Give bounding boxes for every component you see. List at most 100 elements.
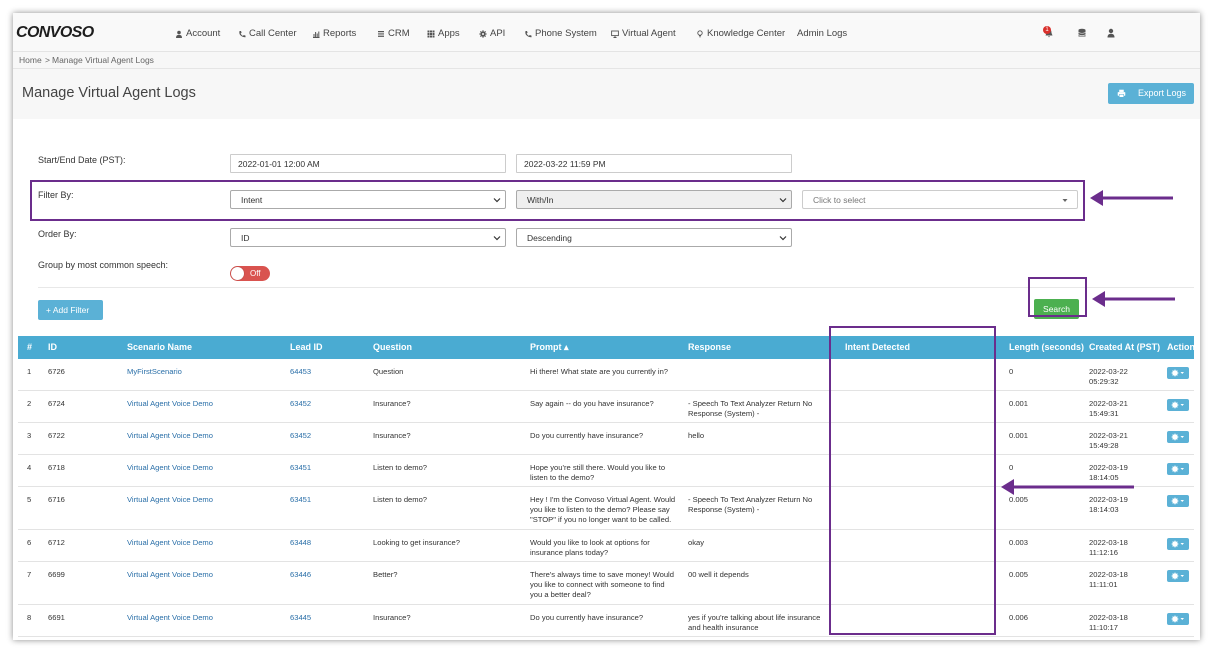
export-logs-button[interactable]: Export Logs <box>1108 83 1194 104</box>
column-header[interactable]: Length (seconds) <box>1009 342 1084 352</box>
order-field-value: ID <box>241 233 250 243</box>
start-date-input[interactable]: 2022-01-01 12:00 AM <box>230 154 506 173</box>
prompt-cell-line: listen to the demo? <box>530 473 595 482</box>
created-at-cell-line: 15:49:28 <box>1089 441 1119 450</box>
prompt-cell-line: Hi there! What state are you currently i… <box>530 367 669 376</box>
scenario-link[interactable]: Virtual Agent Voice Demo <box>127 570 213 580</box>
response-cell-line: hello <box>688 431 705 440</box>
response-cell: 00 well it depends <box>688 570 749 580</box>
row-action-button[interactable] <box>1167 367 1189 379</box>
nav-crm[interactable]: CRM <box>377 28 410 39</box>
response-cell-line: 00 well it depends <box>688 570 749 579</box>
scenario-link[interactable]: Virtual Agent Voice Demo <box>127 399 213 409</box>
prompt-cell: Would you like to look at options for ins… <box>530 538 650 558</box>
nav-account[interactable]: Account <box>175 28 220 39</box>
response-cell: hello <box>688 431 704 441</box>
row-action-button[interactable] <box>1167 570 1189 582</box>
row-number: 1 <box>27 367 32 376</box>
annotation-arrow <box>1001 479 1134 495</box>
order-field-select[interactable]: ID <box>230 228 506 247</box>
group-toggle[interactable]: Off <box>230 266 270 281</box>
date-label: Start/End Date (PST): <box>38 155 126 165</box>
scenario-link[interactable]: Virtual Agent Voice Demo <box>127 538 213 548</box>
row-action-button[interactable] <box>1167 538 1189 550</box>
lead-id-link[interactable]: 63446 <box>290 570 311 580</box>
prompt-cell-line: you like to listen to the demo? Please s… <box>530 505 670 514</box>
log-id: 6718 <box>48 463 65 472</box>
nav-virtual-agent[interactable]: Virtual Agent <box>611 28 676 39</box>
bar-chart-icon <box>313 31 320 38</box>
row-number: 8 <box>27 613 32 622</box>
row-action-button[interactable] <box>1167 613 1189 625</box>
row-action-button[interactable] <box>1167 399 1189 411</box>
phone-icon <box>525 30 532 37</box>
row-number: 4 <box>27 463 32 472</box>
prompt-cell-line: Say again -- do you have insurance? <box>530 399 654 408</box>
nav-admin-logs[interactable]: Admin Logs <box>797 28 847 39</box>
lead-id-link[interactable]: 63445 <box>290 613 311 623</box>
log-id: 6726 <box>48 367 65 376</box>
group-label: Group by most common speech: <box>38 260 169 270</box>
column-header[interactable]: Question <box>373 342 412 352</box>
question-cell: Listen to demo? <box>373 463 428 472</box>
nav-phone-system[interactable]: Phone System <box>524 28 597 39</box>
column-header[interactable]: ID <box>48 342 57 352</box>
created-at-cell-line: 2022-03-18 <box>1089 613 1128 622</box>
convoso-logo[interactable]: CONVOSO <box>16 24 94 42</box>
database-icon[interactable] <box>1077 28 1087 38</box>
lead-id-link[interactable]: 63451 <box>290 463 311 473</box>
prompt-cell: Hi there! What state are you currently i… <box>530 367 668 377</box>
column-header[interactable]: Response <box>688 342 731 352</box>
scenario-link[interactable]: MyFirstScenario <box>127 367 182 377</box>
prompt-cell-line: Hey ! I'm the Convoso Virtual Agent. Wou… <box>530 495 676 504</box>
created-at-cell: 2022-03-21 15:49:28 <box>1089 431 1128 451</box>
response-cell-line: Response (System) - <box>688 505 760 514</box>
intent-column-highlight-box <box>829 326 996 635</box>
question-cell: Looking to get insurance? <box>373 538 460 547</box>
chevron-down-icon <box>779 236 787 241</box>
lead-id-link[interactable]: 63452 <box>290 431 311 441</box>
gear-icon <box>1171 369 1184 377</box>
scenario-link[interactable]: Virtual Agent Voice Demo <box>127 431 213 441</box>
nav-api[interactable]: API <box>479 28 505 39</box>
list-icon <box>378 30 384 37</box>
row-action-button[interactable] <box>1167 431 1189 443</box>
length-cell: 0.001 <box>1009 399 1029 408</box>
scenario-link[interactable]: Virtual Agent Voice Demo <box>127 463 213 473</box>
created-at-cell: 2022-03-22 05:29:32 <box>1089 367 1128 387</box>
order-direction-select[interactable]: Descending <box>516 228 792 247</box>
row-number: 6 <box>27 538 32 547</box>
row-action-button[interactable] <box>1167 463 1189 475</box>
user-icon[interactable] <box>1106 28 1116 38</box>
nav-apps[interactable]: Apps <box>427 28 460 39</box>
response-cell-line: okay <box>688 538 705 547</box>
row-number: 2 <box>27 399 32 408</box>
lead-id-link[interactable]: 63452 <box>290 399 311 409</box>
nav-knowledge-center[interactable]: Knowledge Center <box>696 28 785 39</box>
lead-id-link[interactable]: 63451 <box>290 495 311 505</box>
breadcrumb-home[interactable]: Home <box>19 55 42 65</box>
user-icon <box>176 30 182 38</box>
row-action-button[interactable] <box>1167 495 1189 507</box>
lead-id-link[interactable]: 64453 <box>290 367 311 377</box>
annotation-arrow <box>1090 190 1173 206</box>
column-header[interactable]: Scenario Name <box>127 342 192 352</box>
column-header[interactable]: Lead ID <box>290 342 323 352</box>
end-date-input[interactable]: 2022-03-22 11:59 PM <box>516 154 792 173</box>
prompt-cell: Hey ! I'm the Convoso Virtual Agent. Wou… <box>530 495 675 525</box>
log-id: 6712 <box>48 538 65 547</box>
created-at-cell: 2022-03-19 18:14:03 <box>1089 495 1128 515</box>
scenario-link[interactable]: Virtual Agent Voice Demo <box>127 495 213 505</box>
created-at-cell: 2022-03-18 11:10:17 <box>1089 613 1128 633</box>
gear-icon <box>1171 540 1184 548</box>
page-title: Manage Virtual Agent Logs <box>22 85 196 101</box>
nav-reports[interactable]: Reports <box>312 28 356 39</box>
lead-id-link[interactable]: 63448 <box>290 538 311 548</box>
scenario-link[interactable]: Virtual Agent Voice Demo <box>127 613 213 623</box>
gear-icon <box>1171 615 1184 623</box>
add-filter-button[interactable]: + Add Filter <box>38 300 103 320</box>
nav-call-center[interactable]: Call Center <box>238 28 297 39</box>
nav-label: CRM <box>388 28 410 39</box>
column-header[interactable]: Prompt ▴ <box>530 342 569 353</box>
column-header[interactable]: Created At (PST) <box>1089 342 1160 352</box>
